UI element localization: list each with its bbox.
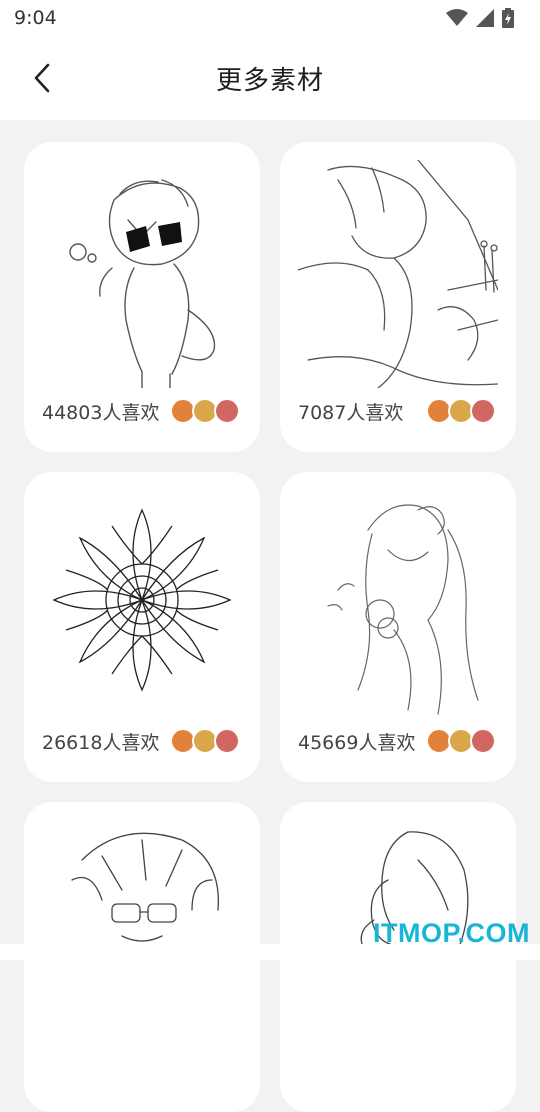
anime-boy-glasses-sketch [71,832,220,942]
header: 更多素材 [0,36,540,120]
avatar [214,728,240,754]
status-icons [446,8,514,28]
watermark-text: ITMOP.COM [372,918,530,948]
battery-icon [502,8,514,28]
avatar [470,398,496,424]
material-card[interactable]: 26618人喜欢 [24,472,260,782]
likes-count: 45669人喜欢 [298,732,416,754]
page-title: 更多素材 [215,66,324,96]
avatar [214,398,240,424]
likes-count: 7087人喜欢 [298,402,404,424]
liker-avatars [170,398,240,424]
likes-count: 26618人喜欢 [42,732,160,754]
liker-avatars [426,398,496,424]
chibi-hoodie-sketch [69,179,216,388]
status-time: 9:04 [14,7,57,29]
signal-icon [476,9,494,27]
status-bar: 9:04 [0,0,540,36]
dahlia-flower-sketch [52,508,232,692]
anime-boy-sketch [298,160,498,388]
material-card[interactable]: 45669人喜欢 [280,472,516,782]
material-card[interactable]: 7087人喜欢 [280,142,516,452]
likes-count: 44803人喜欢 [42,402,160,424]
liker-avatars [426,728,496,754]
material-card[interactable]: 44803人喜欢 [24,142,260,452]
liker-avatars [170,728,240,754]
anime-girl-sketch [327,504,479,715]
avatar [470,728,496,754]
wifi-icon [446,9,468,26]
